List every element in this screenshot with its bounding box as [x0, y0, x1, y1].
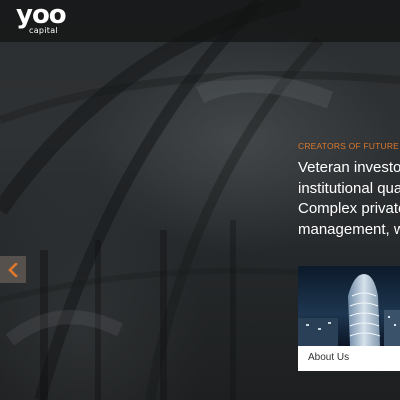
- site-header: yoo capital: [0, 0, 400, 42]
- intro-line: Complex private: [298, 200, 400, 217]
- intro-line: management, wo: [298, 220, 400, 238]
- about-us-link[interactable]: About Us: [308, 352, 349, 363]
- card-label: About Us: [298, 346, 400, 371]
- chevron-left-icon: [8, 262, 18, 277]
- card-image: [298, 266, 400, 346]
- about-us-card[interactable]: About Us: [298, 266, 400, 371]
- yoo-capital-logo[interactable]: yoo capital: [16, 1, 76, 37]
- intro-line: institutional quali: [298, 179, 400, 197]
- logo-wordmark: yoo: [16, 0, 67, 30]
- slider-prev-button[interactable]: [0, 256, 26, 283]
- hero-intro-text: Veteran investors institutional quali Co…: [298, 158, 400, 240]
- intro-line: Veteran investors: [298, 159, 400, 176]
- hero-tagline: CREATORS OF FUTURE CO: [298, 141, 400, 151]
- skyscraper-image: [298, 266, 400, 346]
- logo-subtext: capital: [29, 26, 58, 35]
